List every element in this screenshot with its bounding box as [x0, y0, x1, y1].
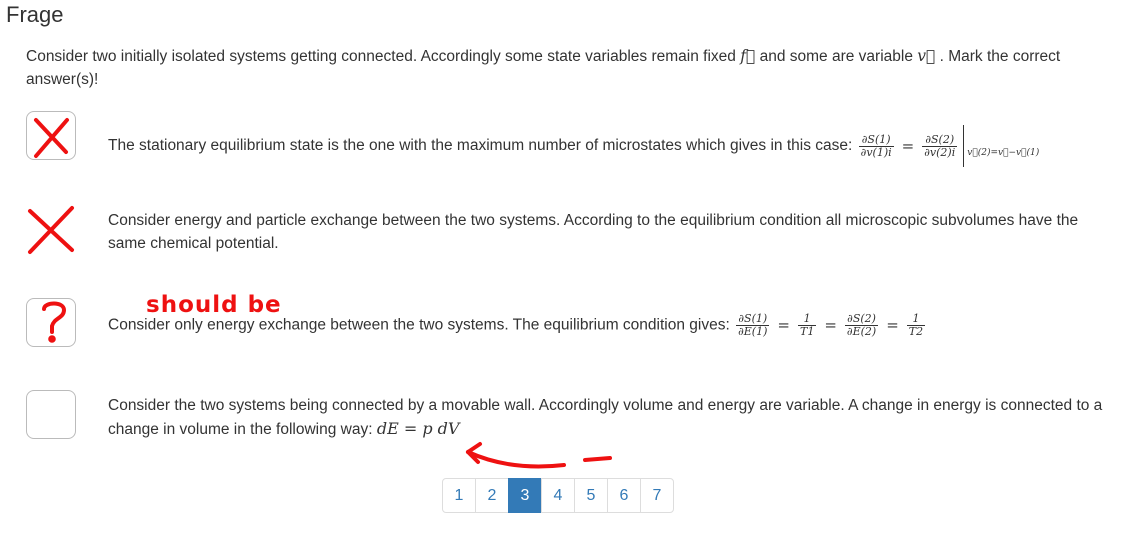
formula-fraction: 1 T2 — [906, 312, 926, 338]
answer-option-4: Consider the two systems being connected… — [108, 397, 1103, 438]
formula-fraction: 1 T1 — [797, 312, 817, 338]
question-intro: Consider two initially isolated systems … — [26, 47, 1061, 88]
answer-checkbox-3[interactable] — [26, 298, 76, 347]
evaluation-bar: v⃗(2)=v⃗−v⃗(1) — [963, 125, 1039, 167]
answer-checkbox-1[interactable] — [26, 111, 76, 160]
page-link-5[interactable]: 5 — [574, 478, 608, 513]
answer-option-1: The stationary equilibrium state is the … — [108, 125, 1098, 167]
page-link-7[interactable]: 7 — [640, 478, 674, 513]
formula-fraction: ∂S(2) ∂v(2)i — [922, 132, 958, 159]
page-link-1[interactable]: 1 — [442, 478, 476, 513]
page-link-2[interactable]: 2 — [475, 478, 509, 513]
answer-option-2: Consider energy and particle exchange be… — [108, 212, 1079, 252]
answer-checkbox-2[interactable] — [26, 205, 76, 254]
page-title: Frage — [6, 2, 64, 27]
v-vector-symbol: v⃗ — [917, 47, 936, 65]
answer-option-3: Consider only energy exchange between th… — [108, 312, 926, 338]
f-vector-symbol: f⃗ — [740, 47, 756, 65]
page-link-3-active[interactable]: 3 — [508, 478, 542, 513]
formula-fraction: ∂S(1) ∂E(1) — [736, 312, 770, 338]
page-link-4[interactable]: 4 — [541, 478, 575, 513]
formula-fraction: ∂S(2) ∂E(2) — [844, 312, 879, 338]
pagination: 1 2 3 4 5 6 7 — [442, 478, 674, 513]
arrow-icon — [466, 442, 612, 469]
answer-checkbox-4[interactable] — [26, 390, 76, 439]
page-link-6[interactable]: 6 — [607, 478, 641, 513]
energy-volume-formula: dE = p dV — [376, 419, 460, 438]
formula-fraction: ∂S(1) ∂v(1)i — [858, 132, 894, 159]
